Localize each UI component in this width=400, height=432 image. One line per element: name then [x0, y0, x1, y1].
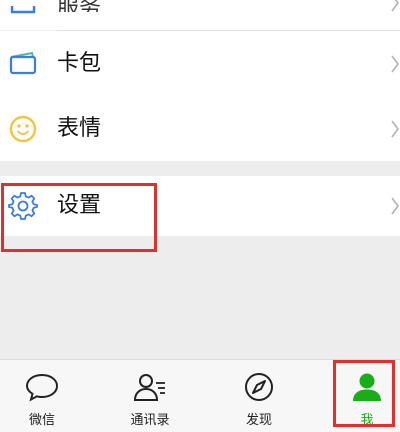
tab-contacts[interactable]: 通讯录 [105, 360, 195, 432]
chat-bubble-icon [25, 373, 59, 402]
chevron-right-icon [391, 197, 399, 215]
list-item-settings[interactable]: 设置 [0, 176, 400, 236]
smiley-icon [9, 115, 37, 143]
partial-item-label: 服务 [57, 0, 101, 12]
tab-me-label: 我 [360, 413, 374, 428]
tab-chats-label: 微信 [28, 413, 55, 428]
settings-label: 设置 [57, 193, 102, 218]
tab-contacts-label: 通讯录 [130, 413, 170, 428]
compass-icon [245, 373, 273, 401]
list-item-partial[interactable]: 服务 [0, 0, 400, 30]
tab-discover[interactable]: 发现 [214, 360, 304, 432]
chevron-right-icon [391, 120, 399, 138]
list-item-card-wallet[interactable]: 卡包 [0, 31, 400, 97]
bottom-tab-bar: 微信 通讯录 发现 我 [0, 359, 400, 432]
chevron-right-icon [391, 0, 399, 12]
tab-me[interactable]: 我 [322, 360, 400, 432]
card-wallet-label: 卡包 [57, 51, 102, 76]
chevron-right-icon [391, 55, 399, 73]
stickers-label: 表情 [57, 116, 102, 141]
person-icon [353, 373, 381, 401]
list-item-stickers[interactable]: 表情 [0, 97, 400, 161]
tab-discover-label: 发现 [245, 413, 272, 428]
card-wallet-icon [9, 51, 37, 75]
tab-chats[interactable]: 微信 [0, 360, 87, 432]
contacts-icon [133, 374, 165, 401]
gear-icon [8, 192, 38, 220]
